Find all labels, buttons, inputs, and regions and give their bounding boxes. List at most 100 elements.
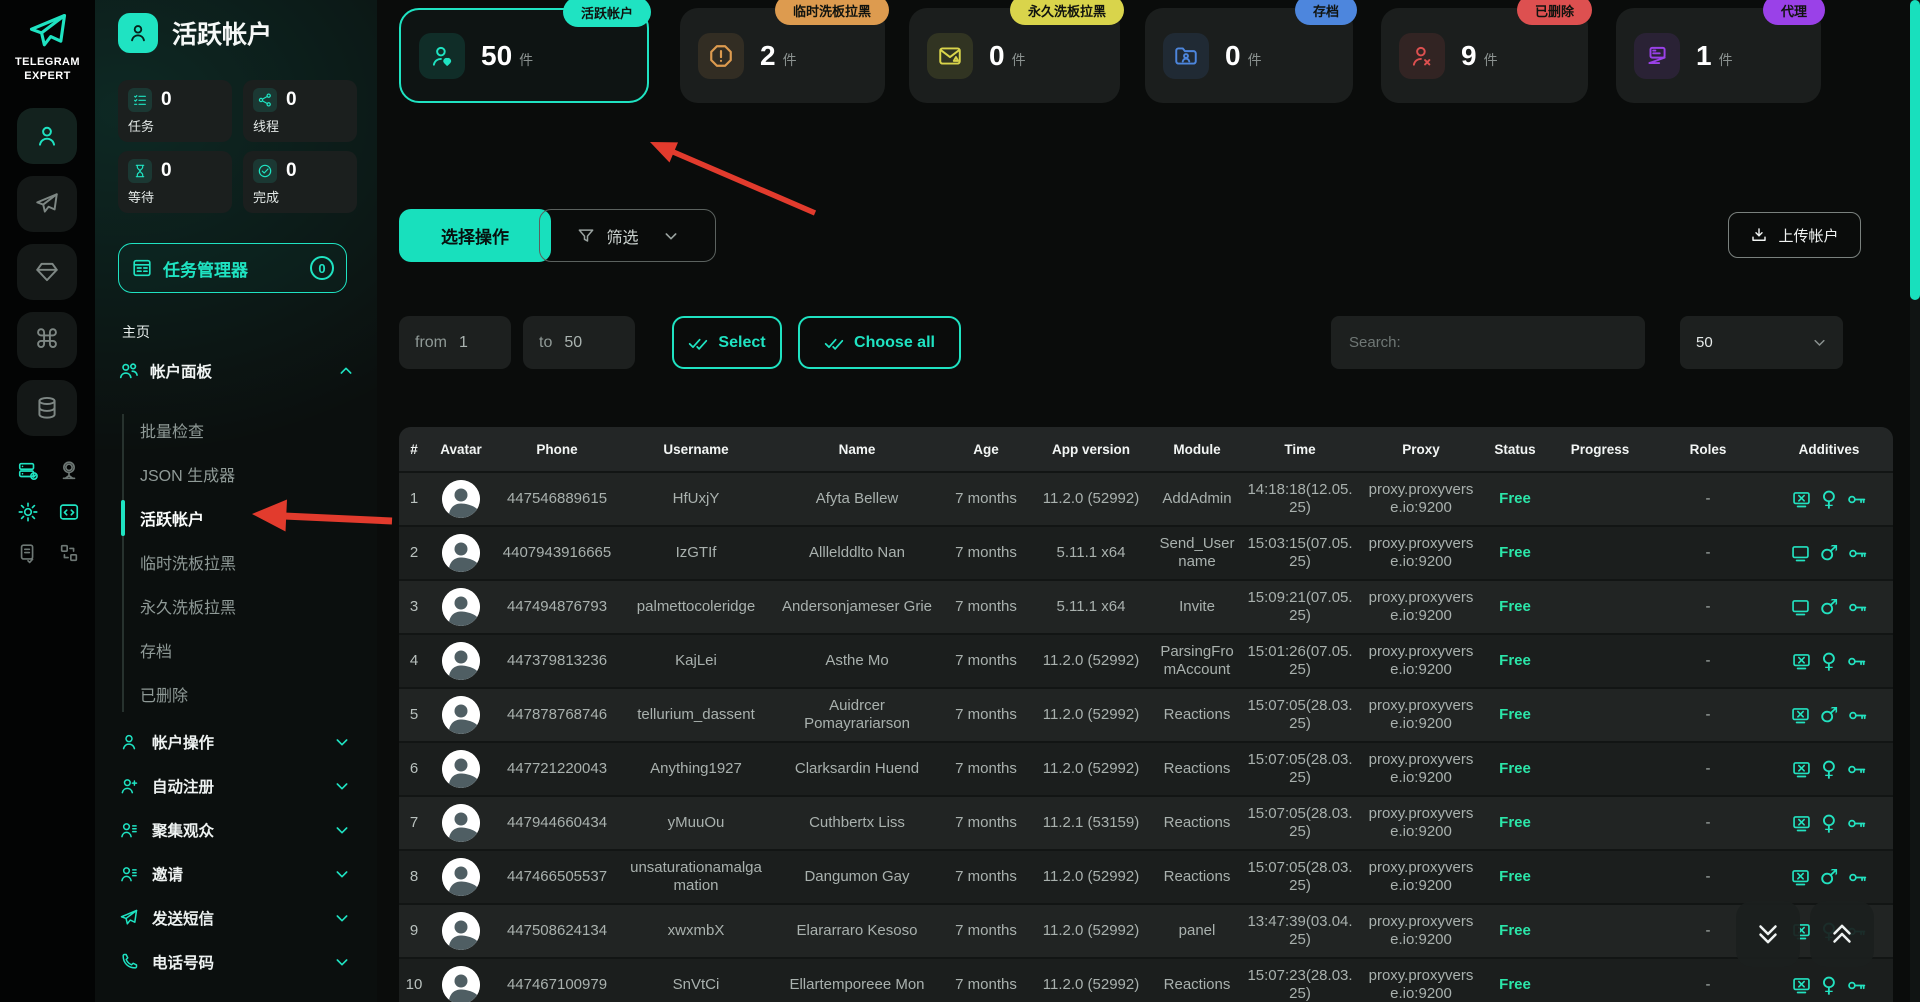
- table-row[interactable]: 4447379813236KajLeiAsthe Mo7 months11.2.…: [399, 633, 1893, 687]
- phone-cell: 447944660434: [493, 814, 621, 832]
- rail-tool-swap-boxes[interactable]: [58, 542, 80, 569]
- name-cell: Dangumon Gay: [771, 868, 943, 886]
- male-icon: ♂: [1820, 705, 1839, 726]
- search-input[interactable]: [1347, 333, 1629, 352]
- table-row[interactable]: 8447466505537unsaturationamalgamationDan…: [399, 849, 1893, 903]
- summary-card-已删除[interactable]: 已删除9件: [1381, 8, 1588, 103]
- table-row[interactable]: 10447467100979SnVtCiEllartemporeee Mon7 …: [399, 957, 1893, 1002]
- stat-value: 0: [161, 160, 172, 182]
- sidebar-item-活跃帐户[interactable]: 活跃帐户: [122, 496, 354, 540]
- stat-value: 0: [161, 89, 172, 111]
- rail-tool-person-node[interactable]: [58, 460, 80, 487]
- roles-cell: -: [1653, 652, 1763, 670]
- chevron-down-icon: [334, 954, 350, 970]
- username-cell: Anything1927: [621, 760, 771, 778]
- person-icon: [118, 732, 140, 752]
- sidebar-group-电话号码[interactable]: 电话号码: [118, 940, 354, 984]
- sidebar-group-邀请[interactable]: 邀请: [118, 852, 354, 896]
- name-cell: Andersonjameser Grie: [771, 598, 943, 616]
- person-x-icon: [1399, 33, 1445, 79]
- range-to-input[interactable]: to 50: [523, 316, 635, 369]
- avatar: [429, 642, 493, 680]
- column-header-progress: Progress: [1547, 442, 1653, 457]
- table-row[interactable]: 7447944660434yMuuOuCuthbertx Liss7 month…: [399, 795, 1893, 849]
- task-manager-button[interactable]: 任务管理器 0: [118, 243, 347, 293]
- table-row[interactable]: 5447878768746tellurium_dassentAuidrcer P…: [399, 687, 1893, 741]
- scroll-to-top-button[interactable]: [1810, 901, 1874, 967]
- rail-tool-doc-check[interactable]: [17, 542, 39, 569]
- table-row[interactable]: 1447546889615HfUxjYAfyta Bellew7 months1…: [399, 471, 1893, 525]
- roles-cell: -: [1653, 490, 1763, 508]
- app-version-cell: 11.2.0 (52992): [1029, 922, 1153, 940]
- chevron-down-icon: [334, 778, 350, 794]
- account-panel-label: 帐户面板: [150, 360, 212, 382]
- choose-all-button[interactable]: Choose all: [798, 316, 961, 369]
- select-action-button[interactable]: 选择操作: [399, 209, 551, 262]
- gem-icon: [34, 259, 60, 285]
- avatar: [429, 696, 493, 734]
- range-from-input[interactable]: from 1: [399, 316, 511, 369]
- sidebar-item-home[interactable]: 主页: [122, 322, 150, 342]
- sidebar-group-自动注册[interactable]: 自动注册: [118, 764, 354, 808]
- sidebar-group-聚集观众[interactable]: 聚集观众: [118, 808, 354, 852]
- share-nodes-icon: [253, 88, 277, 112]
- username-cell: KajLei: [621, 652, 771, 670]
- sidebar-item-永久洗板拉黑[interactable]: 永久洗板拉黑: [122, 584, 354, 628]
- table-row[interactable]: 3447494876793palmettocoleridgeAndersonja…: [399, 579, 1893, 633]
- scroll-to-bottom-button[interactable]: [1736, 901, 1800, 967]
- sidebar-item-批量检查[interactable]: 批量检查: [122, 408, 354, 452]
- table-row[interactable]: 6447721220043Anything1927Clarksardin Hue…: [399, 741, 1893, 795]
- summary-card-活跃帐户[interactable]: 活跃帐户50件: [399, 8, 649, 103]
- sidebar-group-帐户操作[interactable]: 帐户操作: [118, 720, 354, 764]
- proxy-cell: proxy.proxyverse.io:9200: [1359, 805, 1483, 842]
- key-icon: [1847, 597, 1868, 618]
- rail-item-command[interactable]: ⌘: [17, 312, 77, 368]
- sidebar-item-临时洗板拉黑[interactable]: 临时洗板拉黑: [122, 540, 354, 584]
- sidebar-group-发送短信[interactable]: 发送短信: [118, 896, 354, 940]
- rail-tool-code-window[interactable]: [58, 501, 80, 528]
- rail-tool-gear[interactable]: [17, 501, 39, 528]
- username-cell: tellurium_dassent: [621, 706, 771, 724]
- summary-card-永久洗板拉黑[interactable]: 永久洗板拉黑0件: [909, 8, 1120, 103]
- module-cell: Reactions: [1153, 976, 1241, 994]
- roles-cell: -: [1653, 706, 1763, 724]
- stat-tile-线程: 0线程: [243, 80, 357, 142]
- rail-tool-server-check[interactable]: [17, 460, 39, 487]
- page-size-select[interactable]: 50: [1680, 316, 1843, 369]
- table-row[interactable]: 24407943916665IzGTIfAlllelddlto Nan7 mon…: [399, 525, 1893, 579]
- status-badge: Free: [1499, 490, 1531, 507]
- card-pill-label: 永久洗板拉黑: [1010, 0, 1124, 25]
- row-number: 9: [399, 922, 429, 940]
- name-cell: Alllelddlto Nan: [771, 544, 943, 562]
- rail-item-paper-plane[interactable]: [17, 176, 77, 232]
- status-badge: Free: [1499, 868, 1531, 885]
- card-unit: 件: [1012, 52, 1026, 68]
- additives-cell: ♂: [1763, 543, 1893, 564]
- rail-item-person[interactable]: [17, 108, 77, 164]
- sidebar-item-JSON 生成器[interactable]: JSON 生成器: [122, 452, 354, 496]
- name-cell: Elararraro Kesoso: [771, 922, 943, 940]
- rail-item-gem[interactable]: [17, 244, 77, 300]
- sidebar-item-存档[interactable]: 存档: [122, 628, 354, 672]
- rail-item-database[interactable]: [17, 380, 77, 436]
- main-content: 活跃帐户50件临时洗板拉黑2件永久洗板拉黑0件存档0件已删除9件代理1件 选择操…: [377, 0, 1920, 1002]
- person-lines-icon: [118, 820, 140, 840]
- summary-card-存档[interactable]: 存档0件: [1145, 8, 1353, 103]
- table-row[interactable]: 9447508624134xwxmbXElararraro Kesoso7 mo…: [399, 903, 1893, 957]
- module-cell: Reactions: [1153, 868, 1241, 886]
- username-cell: HfUxjY: [621, 490, 771, 508]
- list-check-icon: [128, 88, 152, 112]
- sidebar-group-account-panel[interactable]: 帐户面板: [118, 360, 354, 382]
- select-range-button[interactable]: Select: [672, 316, 782, 369]
- scrollbar-thumb[interactable]: [1910, 0, 1920, 300]
- filter-dropdown[interactable]: 筛选: [539, 209, 716, 262]
- from-label: from: [415, 334, 447, 352]
- summary-card-代理[interactable]: 代理1件: [1616, 8, 1821, 103]
- roles-cell: -: [1653, 814, 1763, 832]
- upload-accounts-button[interactable]: 上传帐户: [1728, 212, 1861, 258]
- icon-rail: TELEGRAMEXPERT ⌘: [0, 0, 95, 1002]
- avatar-image: [442, 480, 480, 518]
- summary-card-临时洗板拉黑[interactable]: 临时洗板拉黑2件: [680, 8, 885, 103]
- alert-octagon-icon: [698, 33, 744, 79]
- sidebar-item-已删除[interactable]: 已删除: [122, 672, 354, 716]
